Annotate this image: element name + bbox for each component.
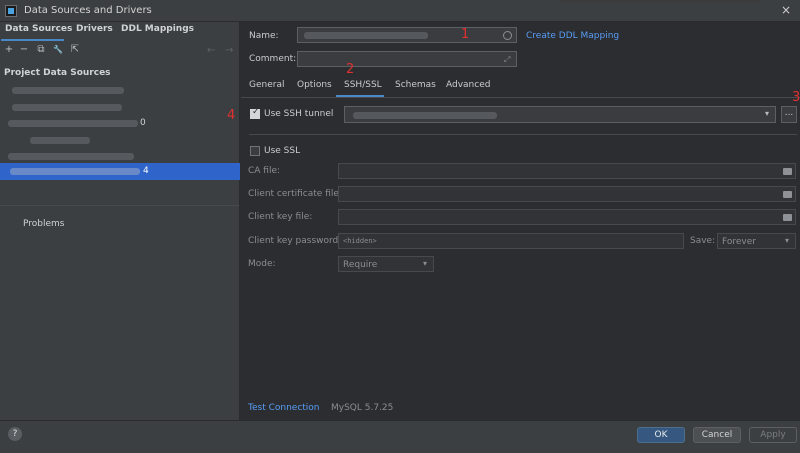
client-key-input[interactable] xyxy=(338,209,796,225)
redacted-name xyxy=(12,104,122,111)
tab-options[interactable]: Options xyxy=(297,80,332,90)
tab-schemas[interactable]: Schemas xyxy=(395,80,436,90)
divider xyxy=(0,205,239,206)
save-label: Save: xyxy=(690,236,716,246)
redacted-name xyxy=(8,120,138,127)
tabs-divider xyxy=(241,97,800,98)
data-source-item-selected[interactable]: 4 xyxy=(0,163,240,180)
right-panel: Name: Create DDL Mapping Comment: ⤢ Gene… xyxy=(227,22,800,420)
mode-value: Require xyxy=(343,260,378,270)
tab-drivers[interactable]: Drivers xyxy=(76,24,113,40)
redacted-name xyxy=(8,153,134,160)
comment-input[interactable]: ⤢ xyxy=(297,51,517,67)
create-ddl-mapping-link[interactable]: Create DDL Mapping xyxy=(526,31,619,41)
annotation-1: 1 xyxy=(461,27,470,42)
chevron-down-icon: ▾ xyxy=(765,109,770,118)
help-icon[interactable]: ? xyxy=(8,427,22,441)
folder-icon[interactable] xyxy=(783,214,792,221)
remove-icon[interactable]: − xyxy=(19,45,29,55)
use-ssh-label[interactable]: Use SSH tunnel xyxy=(264,109,333,119)
tab-general[interactable]: General xyxy=(249,80,284,90)
mode-select[interactable]: Require ▾ xyxy=(338,256,434,272)
tab-data-sources[interactable]: Data Sources xyxy=(5,24,72,40)
redacted-ssh-config xyxy=(353,112,497,119)
redacted-name xyxy=(304,32,428,39)
close-icon[interactable]: × xyxy=(775,2,797,19)
test-connection-link[interactable]: Test Connection xyxy=(248,403,320,413)
client-key-password-label: Client key password: xyxy=(248,236,342,246)
ssh-config-select[interactable]: ▾ xyxy=(344,106,776,123)
name-label: Name: xyxy=(249,31,279,41)
bottom-bar: ? OK Cancel Apply xyxy=(0,420,800,453)
client-cert-label: Client certificate file: xyxy=(248,189,342,199)
active-tab-indicator xyxy=(1,39,64,41)
data-source-suffix: 0 xyxy=(140,118,146,128)
app-icon xyxy=(5,5,17,17)
use-ssl-label[interactable]: Use SSL xyxy=(264,146,300,156)
data-source-item[interactable] xyxy=(0,82,240,99)
save-value: Forever xyxy=(722,237,756,247)
name-status-icon xyxy=(503,31,512,40)
expand-icon[interactable]: ⤢ xyxy=(504,55,510,65)
ca-file-label: CA file: xyxy=(248,166,281,176)
problems-item[interactable]: Problems xyxy=(23,219,64,229)
client-key-password-input[interactable]: <hidden> xyxy=(338,233,684,249)
window-title: Data Sources and Drivers xyxy=(24,5,152,16)
data-source-item[interactable]: 0 xyxy=(0,115,240,132)
settings-icon[interactable]: 🔧 xyxy=(53,45,63,55)
data-source-suffix: 4 xyxy=(143,166,149,176)
ca-file-input[interactable] xyxy=(338,163,796,179)
save-select[interactable]: Forever ▾ xyxy=(717,233,796,249)
comment-label: Comment: xyxy=(249,54,297,64)
client-cert-input[interactable] xyxy=(338,186,796,202)
name-input[interactable] xyxy=(297,27,517,43)
ssh-browse-button[interactable]: ... xyxy=(781,106,797,123)
left-panel: Data Sources Drivers DDL Mappings + − ⧉ … xyxy=(0,22,240,420)
apply-button[interactable]: Apply xyxy=(749,427,797,443)
tab-ddl-mappings[interactable]: DDL Mappings xyxy=(121,24,194,40)
folder-icon[interactable] xyxy=(783,168,792,175)
use-ssh-checkbox[interactable] xyxy=(250,107,260,119)
export-icon[interactable]: ⇱ xyxy=(70,45,80,55)
annotation-3: 3 xyxy=(792,90,800,105)
tab-advanced[interactable]: Advanced xyxy=(446,80,490,90)
ok-button[interactable]: OK xyxy=(637,427,685,443)
redacted-name xyxy=(12,87,124,94)
mode-label: Mode: xyxy=(248,259,276,269)
ssh-divider xyxy=(249,134,797,135)
add-icon[interactable]: + xyxy=(4,45,14,55)
title-bar: Data Sources and Drivers × xyxy=(0,0,800,22)
chevron-down-icon: ▾ xyxy=(423,259,428,268)
back-arrow-icon[interactable]: ← xyxy=(207,45,215,56)
annotation-4: 4 xyxy=(227,108,236,123)
password-placeholder: <hidden> xyxy=(343,237,377,245)
server-version: MySQL 5.7.25 xyxy=(331,403,394,413)
title-strip xyxy=(560,0,760,3)
copy-icon[interactable]: ⧉ xyxy=(36,45,46,55)
annotation-2: 2 xyxy=(346,62,355,77)
chevron-down-icon: ▾ xyxy=(785,236,790,245)
data-source-item[interactable] xyxy=(0,99,240,116)
redacted-name xyxy=(30,137,90,144)
data-source-item[interactable] xyxy=(0,132,240,149)
cancel-button[interactable]: Cancel xyxy=(693,427,741,443)
tab-ssh-ssl[interactable]: SSH/SSL xyxy=(344,80,382,90)
use-ssl-checkbox[interactable] xyxy=(250,146,260,156)
forward-arrow-icon[interactable]: → xyxy=(225,45,233,56)
folder-icon[interactable] xyxy=(783,191,792,198)
redacted-name xyxy=(10,168,140,175)
client-key-label: Client key file: xyxy=(248,212,313,222)
section-title: Project Data Sources xyxy=(4,68,111,78)
